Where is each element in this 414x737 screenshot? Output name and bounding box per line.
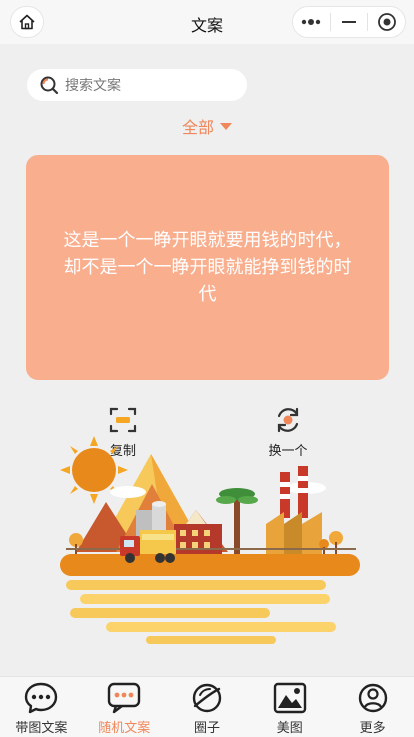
planet-icon [192, 683, 222, 713]
tab-image-copy[interactable]: 带图文案 [0, 677, 83, 737]
target-icon [377, 13, 396, 31]
tab-circle[interactable]: 圈子 [166, 677, 249, 737]
caret-down-icon [220, 123, 232, 130]
more-button[interactable] [293, 7, 330, 37]
tab-label: 美图 [276, 721, 303, 736]
tab-random-copy[interactable]: 随机文案 [83, 677, 166, 737]
refresh-icon [277, 407, 299, 433]
nav-bar: 文案 [0, 0, 414, 44]
search-icon [40, 76, 59, 95]
tab-label: 圈子 [193, 721, 220, 736]
chat-bubble-icon [25, 682, 58, 714]
quote-line: 却不是一个一睁开眼就能挣到钱的时 [63, 257, 352, 278]
search-placeholder: 搜索文案 [65, 78, 121, 94]
tab-bar: 带图文案 随机文案 圈子 美图 更多 [0, 676, 414, 737]
quote-card: 这是一个一睁开眼就要用钱的时代， 却不是一个一睁开眼就能挣到钱的时 代 [26, 155, 389, 380]
category-filter[interactable]: 全部 [0, 114, 414, 138]
search-input[interactable]: 搜索文案 [27, 69, 247, 101]
city-illustration [60, 436, 360, 644]
tab-more[interactable]: 更多 [331, 677, 414, 737]
image-icon [273, 682, 306, 714]
tab-label: 随机文案 [98, 721, 151, 736]
quote-line: 这是一个一睁开眼就要用钱的时代， [63, 230, 352, 251]
filter-label: 全部 [181, 118, 214, 137]
tab-pictures[interactable]: 美图 [248, 677, 331, 737]
tab-label: 更多 [359, 721, 386, 736]
quote-line: 代 [198, 284, 217, 305]
tab-label: 带图文案 [15, 721, 68, 736]
user-circle-icon [358, 683, 387, 713]
copy-icon [109, 407, 137, 433]
chat-dots-icon [107, 682, 141, 714]
capsule-menu [292, 6, 406, 38]
minus-icon [342, 21, 356, 23]
quote-text: 这是一个一睁开眼就要用钱的时代， 却不是一个一睁开眼就能挣到钱的时 代 [43, 227, 373, 308]
more-dots-icon [302, 19, 321, 25]
close-button[interactable] [368, 7, 405, 37]
minimize-button[interactable] [331, 7, 368, 37]
